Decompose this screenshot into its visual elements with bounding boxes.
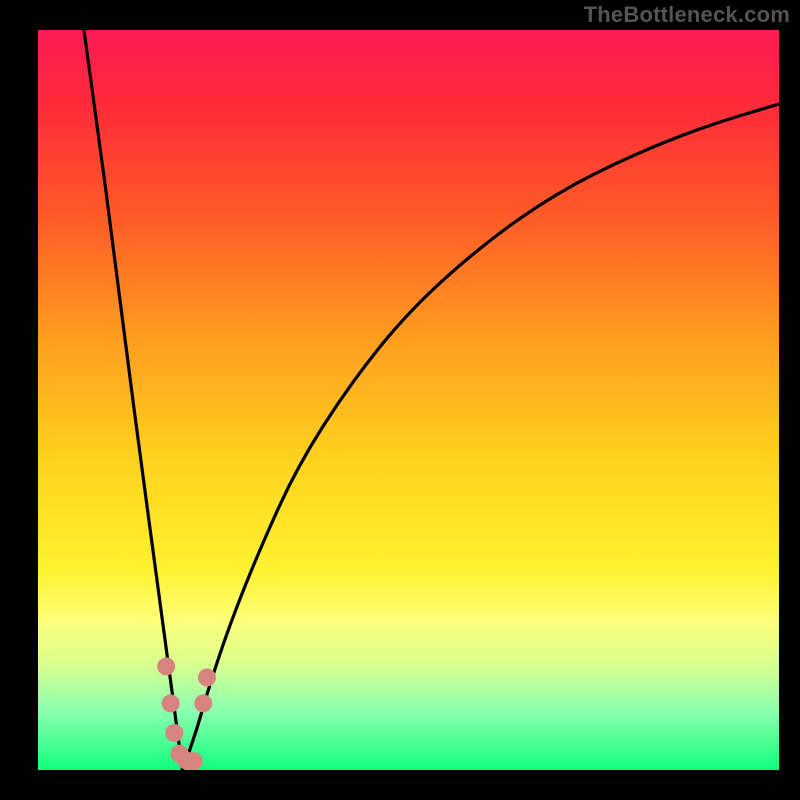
data-point (162, 694, 180, 712)
data-point (198, 669, 216, 687)
outer-frame: TheBottleneck.com (0, 0, 800, 800)
plot-svg (38, 30, 779, 770)
data-point (185, 752, 203, 770)
data-point (194, 694, 212, 712)
plot-area (38, 30, 779, 770)
data-point (157, 657, 175, 675)
data-point (165, 724, 183, 742)
watermark-label: TheBottleneck.com (584, 2, 790, 28)
